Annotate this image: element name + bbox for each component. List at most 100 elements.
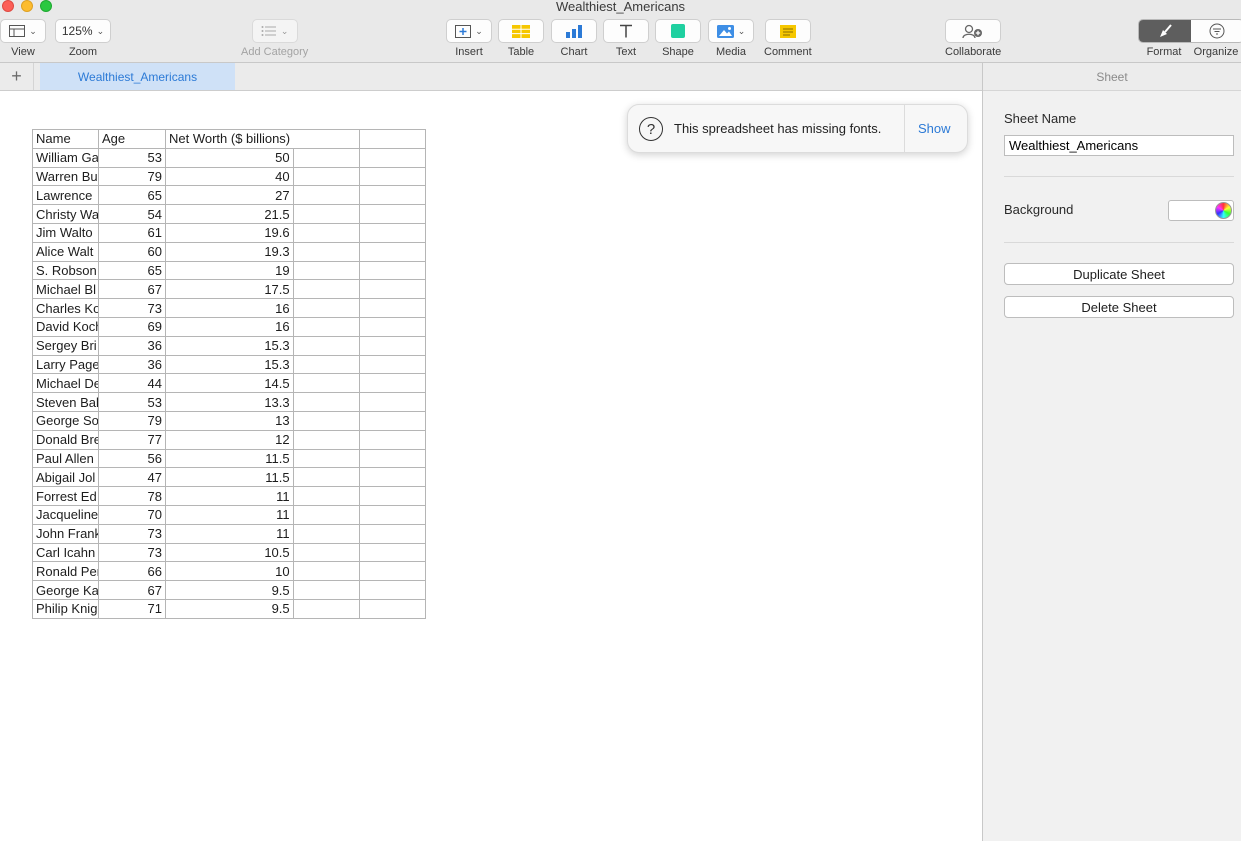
cell-age[interactable]: 54 — [98, 204, 166, 224]
header-cell-name[interactable]: Name — [32, 129, 99, 149]
cell-empty[interactable] — [358, 241, 426, 262]
cell-net-worth[interactable]: 10 — [165, 561, 294, 582]
cell-empty[interactable] — [358, 486, 426, 506]
cell-age[interactable]: 79 — [98, 410, 166, 431]
header-cell-net-worth[interactable]: Net Worth ($ billions) — [165, 129, 294, 149]
cell-age[interactable]: 61 — [98, 222, 166, 243]
cell-net-worth[interactable]: 10.5 — [165, 542, 294, 563]
cell-empty[interactable] — [358, 467, 426, 488]
cell-name[interactable]: Steven Bal — [32, 392, 99, 412]
cell-empty[interactable] — [292, 467, 360, 488]
cell-empty[interactable] — [358, 580, 426, 600]
add-sheet-button[interactable]: + — [0, 63, 34, 90]
cell-net-worth[interactable]: 9.5 — [165, 598, 294, 619]
header-cell-empty[interactable] — [293, 129, 360, 149]
cell-net-worth[interactable]: 19.6 — [165, 222, 294, 243]
cell-age[interactable]: 53 — [98, 147, 166, 168]
shape-control[interactable]: Shape — [655, 19, 701, 58]
cell-empty[interactable] — [292, 222, 360, 243]
cell-name[interactable]: George So — [32, 410, 99, 431]
cell-empty[interactable] — [358, 260, 426, 281]
cell-net-worth[interactable]: 19 — [165, 260, 294, 281]
insert-control[interactable]: ⌄ Insert — [446, 19, 492, 58]
text-control[interactable]: Text — [603, 19, 649, 58]
cell-empty[interactable] — [358, 542, 426, 563]
cell-net-worth[interactable]: 40 — [165, 166, 294, 187]
cell-net-worth[interactable]: 50 — [165, 147, 294, 168]
cell-empty[interactable] — [358, 298, 426, 318]
comment-button[interactable] — [764, 19, 811, 43]
cell-name[interactable]: William Ga — [32, 147, 99, 168]
cell-name[interactable]: Forrest Ed — [32, 486, 99, 506]
cell-empty[interactable] — [358, 561, 426, 582]
sheet-name-field[interactable] — [1004, 135, 1234, 156]
cell-empty[interactable] — [358, 279, 426, 300]
cell-empty[interactable] — [292, 410, 360, 431]
cell-empty[interactable] — [292, 486, 360, 506]
cell-name[interactable]: Jacqueline — [32, 504, 99, 525]
cell-net-worth[interactable]: 11 — [165, 523, 294, 544]
cell-net-worth[interactable]: 17.5 — [165, 279, 294, 300]
sheet-canvas[interactable]: Name Age Net Worth ($ billions) William … — [0, 91, 982, 841]
cell-age[interactable]: 73 — [98, 298, 166, 318]
show-missing-fonts-button[interactable]: Show — [918, 121, 951, 136]
cell-empty[interactable] — [358, 598, 426, 619]
collaborate-button[interactable] — [945, 19, 1002, 43]
inspector-tab-sheet[interactable]: Sheet — [983, 63, 1241, 91]
cell-empty[interactable] — [292, 166, 360, 187]
cell-name[interactable]: Warren Bu — [32, 166, 99, 187]
cell-age[interactable]: 67 — [98, 580, 166, 600]
cell-name[interactable]: Michael Bl — [32, 279, 99, 300]
cell-name[interactable]: S. Robson — [32, 260, 99, 281]
cell-name[interactable]: Paul Allen — [32, 448, 99, 469]
cell-age[interactable]: 73 — [98, 523, 166, 544]
cell-name[interactable]: Michael De — [32, 373, 99, 394]
cell-age[interactable]: 47 — [98, 467, 166, 488]
cell-age[interactable]: 44 — [98, 373, 166, 394]
cell-empty[interactable] — [292, 279, 360, 300]
cell-empty[interactable] — [358, 354, 426, 375]
cell-net-worth[interactable]: 27 — [165, 185, 294, 206]
comment-control[interactable]: Comment — [764, 19, 812, 58]
cell-empty[interactable] — [358, 504, 426, 525]
organize-button[interactable] — [1191, 20, 1241, 42]
cell-name[interactable]: David Koch — [32, 316, 99, 337]
cell-name[interactable]: Jim Walto — [32, 222, 99, 243]
insert-button[interactable]: ⌄ — [446, 19, 492, 43]
cell-age[interactable]: 67 — [98, 279, 166, 300]
cell-net-worth[interactable]: 12 — [165, 429, 294, 450]
cell-net-worth[interactable]: 21.5 — [165, 204, 294, 224]
cell-empty[interactable] — [358, 204, 426, 224]
header-cell-age[interactable]: Age — [98, 129, 166, 149]
cell-name[interactable]: Carl Icahn — [32, 542, 99, 563]
cell-empty[interactable] — [358, 166, 426, 187]
shape-button[interactable] — [655, 19, 701, 43]
inspector-segmented-control[interactable] — [1138, 19, 1241, 43]
cell-age[interactable]: 70 — [98, 504, 166, 525]
sheet-tab-active[interactable]: Wealthiest_Americans — [40, 63, 235, 90]
cell-net-worth[interactable]: 13 — [165, 410, 294, 431]
collaborate-control[interactable]: Collaborate — [945, 19, 1001, 58]
cell-name[interactable]: Ronald Per — [32, 561, 99, 582]
header-cell-empty[interactable] — [358, 129, 426, 149]
add-category-control[interactable]: ⌄ Add Category — [241, 19, 308, 58]
cell-name[interactable]: Larry Page — [32, 354, 99, 375]
cell-empty[interactable] — [292, 316, 360, 337]
cell-empty[interactable] — [292, 335, 360, 356]
cell-empty[interactable] — [358, 392, 426, 412]
cell-name[interactable]: Sergey Bri — [32, 335, 99, 356]
cell-empty[interactable] — [292, 429, 360, 450]
cell-empty[interactable] — [292, 354, 360, 375]
table-control[interactable]: Table — [498, 19, 544, 58]
cell-net-worth[interactable]: 11.5 — [165, 448, 294, 469]
cell-empty[interactable] — [358, 147, 426, 168]
cell-net-worth[interactable]: 11 — [165, 504, 294, 525]
cell-empty[interactable] — [292, 241, 360, 262]
format-button[interactable] — [1139, 20, 1191, 42]
cell-age[interactable]: 73 — [98, 542, 166, 563]
cell-empty[interactable] — [358, 429, 426, 450]
cell-age[interactable]: 78 — [98, 486, 166, 506]
chart-control[interactable]: Chart — [551, 19, 597, 58]
cell-name[interactable]: Charles Ko — [32, 298, 99, 318]
zoom-control[interactable]: 125% ⌄ Zoom — [55, 19, 111, 58]
